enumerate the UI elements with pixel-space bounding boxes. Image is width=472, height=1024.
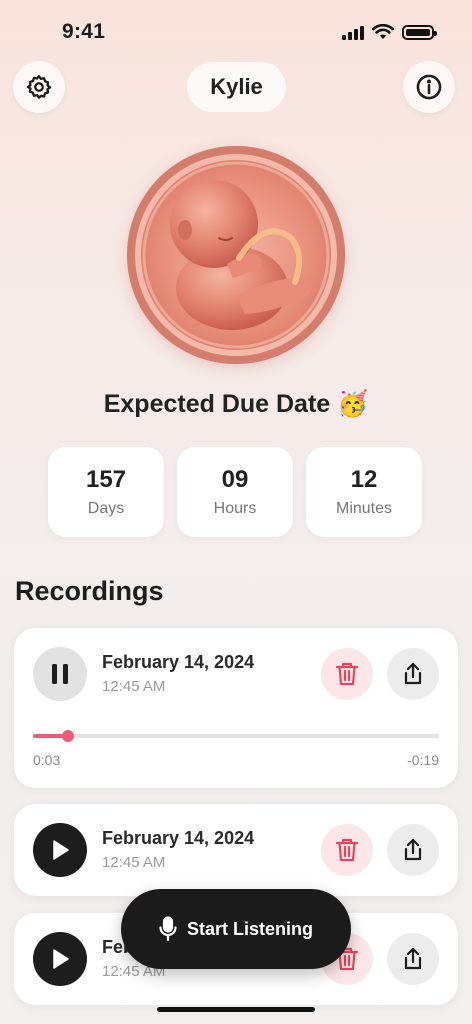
info-button[interactable] — [403, 61, 455, 113]
home-indicator — [157, 1007, 315, 1012]
status-time: 9:41 — [62, 20, 106, 43]
fetus-illustration — [127, 146, 345, 364]
countdown-unit: Days — [87, 500, 125, 517]
profile-name[interactable]: Kylie — [187, 62, 286, 112]
start-listening-button[interactable]: Start Listening — [121, 889, 351, 969]
microphone-icon — [159, 916, 177, 942]
recording-date: February 14, 2024 — [102, 652, 255, 672]
recordings-title: Recordings — [15, 576, 164, 606]
playback-knob[interactable] — [61, 730, 74, 742]
trash-icon — [335, 838, 359, 862]
settings-button[interactable] — [13, 61, 65, 113]
gear-icon — [26, 75, 52, 99]
play-icon — [53, 949, 69, 969]
recording-card: February 14, 2024 12:45 AM 0:03 -0:19 — [14, 628, 458, 788]
pause-button[interactable] — [33, 647, 87, 701]
share-icon — [404, 662, 422, 685]
countdown-value: 09 — [221, 466, 249, 493]
countdown-hours: 09 Hours — [177, 447, 293, 537]
start-listening-label: Start Listening — [186, 918, 313, 939]
signal-icon — [342, 25, 364, 40]
remaining-time: -0:19 — [407, 752, 439, 768]
delete-button[interactable] — [321, 648, 373, 700]
countdown-minutes: 12 Minutes — [306, 447, 422, 537]
elapsed-time: 0:03 — [33, 752, 61, 768]
countdown-value: 12 — [350, 466, 378, 493]
status-icons — [342, 24, 437, 40]
recording-date: February 14, 2024 — [102, 828, 255, 848]
countdown-unit: Minutes — [335, 500, 393, 517]
countdown: 157 Days 09 Hours 12 Minutes — [48, 447, 422, 537]
trash-icon — [335, 662, 359, 686]
due-date-title: Expected Due Date 🥳 — [103, 390, 369, 418]
play-button[interactable] — [33, 823, 87, 877]
share-icon — [404, 838, 422, 861]
share-button[interactable] — [387, 648, 439, 700]
info-icon — [416, 74, 442, 100]
recording-time: 12:45 AM — [102, 678, 166, 695]
share-button[interactable] — [387, 933, 439, 985]
share-button[interactable] — [387, 824, 439, 876]
play-icon — [53, 840, 69, 860]
countdown-days: 157 Days — [48, 447, 164, 537]
recording-time: 12:45 AM — [102, 854, 166, 871]
status-bar: 9:41 — [0, 0, 472, 60]
share-icon — [404, 947, 422, 970]
wifi-icon — [372, 24, 394, 39]
play-button[interactable] — [33, 932, 87, 986]
battery-icon — [402, 24, 437, 40]
pause-icon — [52, 664, 68, 684]
playback-slider[interactable] — [33, 730, 439, 742]
delete-button[interactable] — [321, 824, 373, 876]
recording-card: February 14, 2024 12:45 AM — [14, 804, 458, 896]
countdown-value: 157 — [85, 466, 127, 493]
countdown-unit: Hours — [213, 500, 257, 517]
